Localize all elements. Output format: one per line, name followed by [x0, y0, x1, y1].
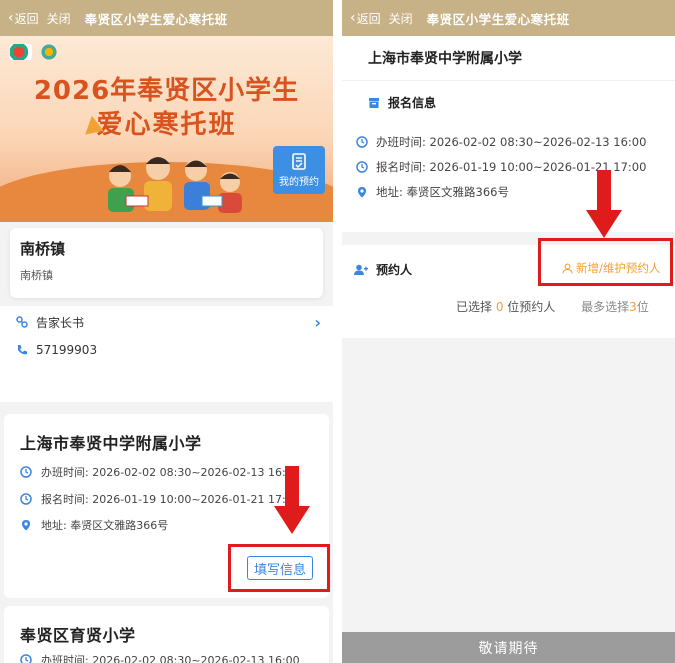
phone-number: 57199903 — [36, 343, 98, 357]
logo-icon — [38, 44, 60, 60]
nav-bar: ‹ 返回 关闭 奉贤区小学生爱心寒托班 — [0, 0, 333, 36]
my-appointment-label: 我的预约 — [279, 176, 319, 188]
max-select: 最多选择3位 — [581, 300, 649, 314]
clock-icon — [20, 654, 32, 663]
selected-prefix: 已选择 — [456, 300, 496, 314]
back-button[interactable]: ‹ 返回 — [8, 10, 39, 27]
page-title: 奉贤区小学生爱心寒托班 — [84, 11, 228, 27]
left-screen: ‹ 返回 关闭 奉贤区小学生爱心寒托班 2026年奉贤区小学生 爱心寒托班 我的… — [0, 0, 333, 663]
reg-time: 报名时间: 2026-01-19 10:00~2026-01-21 17:00 — [41, 493, 300, 506]
registration-card: 上海市奉贤中学附属小学 报名信息 办班时间: 2026-02-02 08:30~… — [342, 36, 675, 232]
town-subtitle: 南桥镇 — [20, 269, 53, 282]
class-time-line: 办班时间: 2026-02-02 08:30~2026-02-13 16:00 — [20, 464, 300, 480]
annotation-arrow — [586, 170, 622, 238]
parent-letter-label: 告家长书 — [36, 315, 85, 330]
town-card: 南桥镇 南桥镇 — [10, 228, 323, 298]
children-reading-illustration — [108, 156, 242, 213]
class-time-line: 办班时间: 2026-02-02 08:30~2026-02-13 16:00 — [356, 134, 646, 150]
clock-icon — [20, 493, 32, 505]
class-time-line: 办班时间: 2026-02-02 08:30~2026-02-13 16:00 — [20, 652, 300, 663]
right-screen: ‹ 返回 关闭 奉贤区小学生爱心寒托班 上海市奉贤中学附属小学 报名信息 办班时… — [342, 0, 675, 663]
parent-letter-link[interactable]: 告家长书 › — [16, 312, 321, 332]
box-icon — [369, 97, 379, 108]
max-prefix: 最多选择 — [581, 300, 630, 314]
clock-icon — [356, 136, 368, 148]
page-title: 奉贤区小学生爱心寒托班 — [426, 11, 570, 27]
annotation-arrow — [274, 466, 310, 534]
phone-row[interactable]: 57199903 — [16, 340, 97, 360]
booker-title: 预约人 — [354, 261, 412, 278]
annotation-highlight-box — [228, 544, 330, 592]
my-appointment-button[interactable]: 我的预约 — [273, 146, 325, 194]
back-label: 返回 — [14, 11, 39, 26]
divider — [342, 80, 675, 81]
back-button[interactable]: ‹ 返回 — [350, 10, 381, 27]
address: 地址: 奉贤区文雅路366号 — [41, 519, 169, 532]
school-name: 上海市奉贤中学附属小学 — [20, 434, 202, 453]
banner: 2026年奉贤区小学生 爱心寒托班 我的预约 — [0, 36, 333, 222]
nav-bar: ‹ 返回 关闭 奉贤区小学生爱心寒托班 — [342, 0, 675, 36]
phone-icon — [18, 345, 27, 355]
town-name: 南桥镇 — [20, 240, 66, 258]
max-count: 3 — [629, 300, 637, 314]
booker-title-label: 预约人 — [376, 263, 413, 277]
link-icon — [16, 316, 28, 328]
address-line: 地址: 奉贤区文雅路366号 — [356, 184, 509, 200]
coming-soon-button[interactable]: 敬请期待 — [342, 632, 675, 663]
selected-suffix: 位预约人 — [503, 300, 556, 314]
logo-icon — [10, 44, 32, 60]
clock-icon — [356, 161, 368, 173]
class-time: 办班时间: 2026-02-02 08:30~2026-02-13 16:00 — [376, 135, 647, 149]
section-title-label: 报名信息 — [388, 96, 437, 110]
location-pin-icon — [22, 520, 30, 531]
close-button[interactable]: 关闭 — [47, 10, 71, 27]
location-pin-icon — [358, 187, 366, 198]
banner-title-line1: 2026年奉贤区小学生 — [33, 76, 300, 106]
chevron-left-icon: ‹ — [350, 10, 356, 26]
add-user-icon — [354, 264, 368, 275]
chevron-right-icon: › — [314, 312, 321, 332]
max-suffix: 位 — [636, 300, 649, 314]
class-time: 办班时间: 2026-02-02 08:30~2026-02-13 16:00 — [41, 654, 300, 663]
screenshot-composite: ‹ 返回 关闭 奉贤区小学生爱心寒托班 2026年奉贤区小学生 爱心寒托班 我的… — [0, 0, 675, 663]
address-line: 地址: 奉贤区文雅路366号 — [20, 517, 168, 533]
back-label: 返回 — [356, 11, 381, 26]
class-time: 办班时间: 2026-02-02 08:30~2026-02-13 16:00 — [41, 466, 300, 479]
address: 地址: 奉贤区文雅路366号 — [376, 185, 509, 199]
close-button[interactable]: 关闭 — [389, 10, 413, 27]
chevron-left-icon: ‹ — [8, 10, 14, 26]
annotation-highlight-box — [538, 238, 673, 286]
section-title: 报名信息 — [368, 94, 436, 111]
school-name: 上海市奉贤中学附属小学 — [368, 51, 522, 67]
reg-time-line: 报名时间: 2026-01-19 10:00~2026-01-21 17:00 — [20, 491, 300, 507]
clock-icon — [20, 466, 32, 478]
document-check-icon — [292, 152, 306, 170]
school-card: 奉贤区育贤小学 办班时间: 2026-02-02 08:30~2026-02-1… — [4, 606, 329, 663]
school-name: 奉贤区育贤小学 — [20, 626, 136, 645]
banner-logos — [10, 44, 60, 60]
booker-count: 已选择 0 位预约人 最多选择3位 — [456, 298, 649, 315]
banner-title-line2: 爱心寒托班 — [96, 110, 237, 140]
